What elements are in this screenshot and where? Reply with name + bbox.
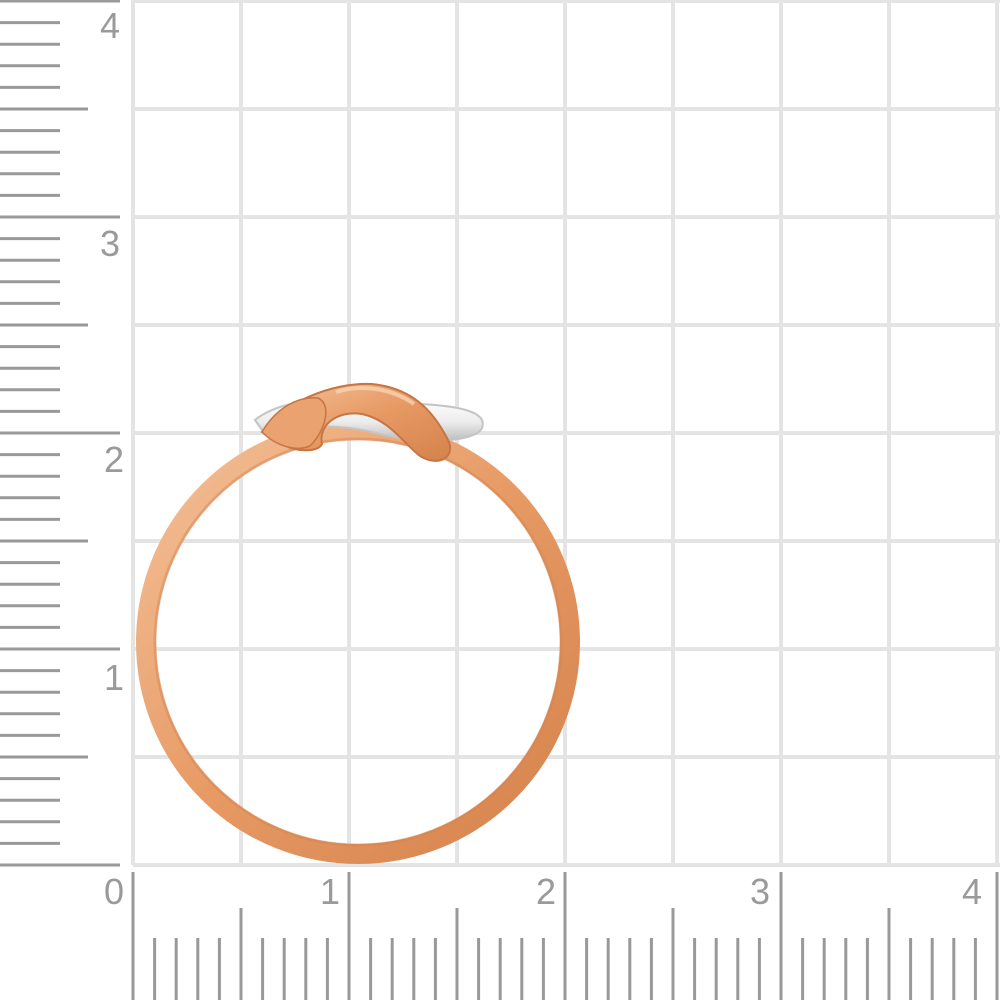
ruler-x-label-3: 3	[750, 871, 770, 912]
background	[0, 0, 1000, 1000]
ring-photo-scene: 0 1 2 3 4 1 2 3 4	[0, 0, 1000, 1000]
ruler-y-label-4: 4	[100, 5, 120, 46]
ruler-y-label-2: 2	[104, 439, 124, 480]
ruler-x-label-1: 1	[320, 871, 340, 912]
ruler-x-label-0: 0	[104, 871, 124, 912]
ruler-x-label-2: 2	[536, 871, 556, 912]
ruler-y-label-1: 1	[104, 657, 124, 698]
ruler-y-label-3: 3	[100, 223, 120, 264]
ruler-x-label-4: 4	[962, 871, 982, 912]
